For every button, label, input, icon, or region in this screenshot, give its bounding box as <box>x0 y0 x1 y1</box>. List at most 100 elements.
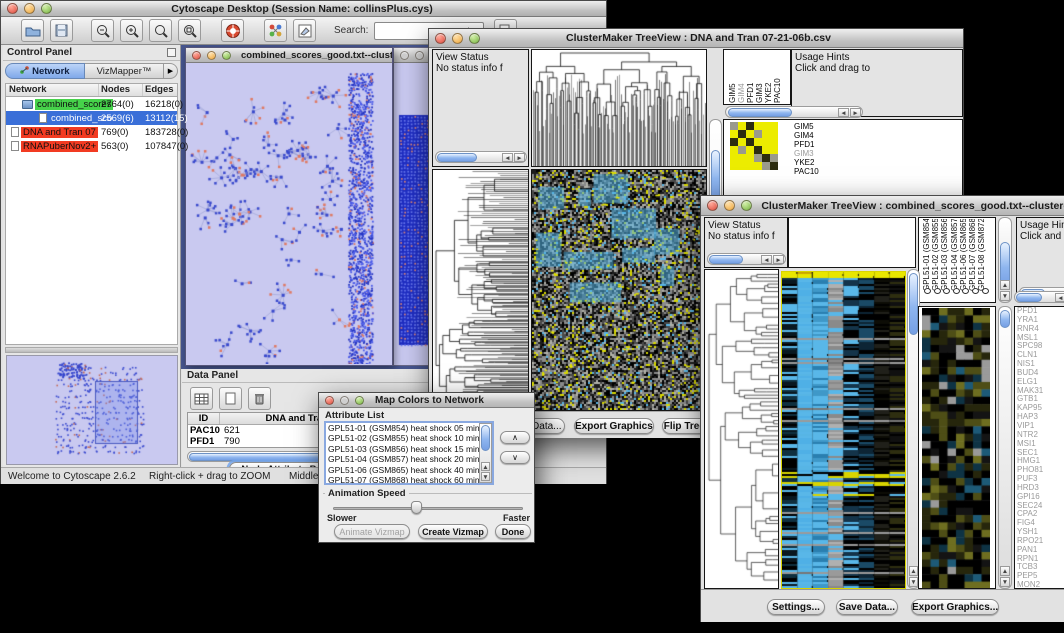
delete-attribute-button[interactable] <box>248 387 271 410</box>
cm2-status-hscrollbar[interactable]: ◄ ► <box>707 253 786 265</box>
attribute-item[interactable]: GPL51-06 (GSM865) heat shock 40 min <box>326 465 492 475</box>
cm2-column-dendrogram[interactable] <box>788 217 916 268</box>
row-label[interactable]: PAC10 <box>794 167 819 176</box>
attribute-item[interactable]: GPL51-07 (GSM868) heat shock 60 min <box>326 475 492 485</box>
attribute-item[interactable]: GPL51-03 (GSM856) heat shock 15 min <box>326 444 492 454</box>
minimize-icon[interactable] <box>452 33 463 44</box>
attribute-listbox[interactable]: GPL51-01 (GSM854) heat shock 05 minGPL51… <box>324 421 494 485</box>
scroll-up-icon[interactable]: ▲ <box>1000 280 1010 290</box>
network-table-row[interactable]: RNAPuberNov2+ 563(0) 107847(0) <box>6 139 177 153</box>
cm1-status-hscrollbar[interactable]: ◄ ► <box>435 151 527 163</box>
cm2-heatmap[interactable] <box>781 271 906 589</box>
move-up-button[interactable]: ∧ <box>500 431 530 444</box>
column-label[interactable]: PFD1 <box>746 51 755 103</box>
minimize-icon[interactable] <box>724 200 735 211</box>
scroll-left-icon[interactable]: ◄ <box>761 255 772 264</box>
network-table-row[interactable]: DNA and Tran 07 769(0) 183728(0) <box>6 125 177 139</box>
cm1-column-dendrogram[interactable] <box>531 49 707 167</box>
zoom-out-button[interactable] <box>91 19 114 42</box>
minimize-icon[interactable] <box>415 51 424 60</box>
cm2-titlebar[interactable]: ClusterMaker TreeView : combined_scores_… <box>701 196 1064 216</box>
cm1-column-labels-panel[interactable]: GIM5GIM4PFD1GIM3YKE2PAC10 <box>723 49 791 105</box>
settings-button[interactable]: Settings... <box>767 599 825 615</box>
network-overview-canvas[interactable] <box>7 356 177 464</box>
network-overview-panel[interactable] <box>6 355 178 465</box>
zoom-window-icon[interactable] <box>355 396 364 405</box>
col-header-network[interactable]: Network <box>6 84 99 96</box>
row-label[interactable]: GIM3 <box>794 149 819 158</box>
scroll-down-icon[interactable]: ▼ <box>1000 577 1010 587</box>
minimize-icon[interactable] <box>24 3 35 14</box>
zoom-fit-button[interactable] <box>178 19 201 42</box>
tab-vizmapper[interactable]: VizMapper™ <box>85 63 164 79</box>
cm2-column-labels-panel[interactable]: GPL51-01 (GSM854)GPL51-02 (GSM855)GPL51-… <box>918 217 996 303</box>
column-label[interactable]: GIM4 <box>737 51 746 103</box>
open-session-button[interactable] <box>21 19 44 42</box>
animate-vizmap-button[interactable]: Animate Vizmap <box>334 524 410 539</box>
tab-overflow-arrow[interactable]: ▶ <box>164 63 178 79</box>
network-table-row[interactable]: combined_scores 2764(0) 16218(0) <box>6 97 177 111</box>
new-attribute-button[interactable] <box>219 387 242 410</box>
frame1-titlebar[interactable]: combined_scores_good.txt--cluste... <box>186 48 392 63</box>
close-icon[interactable] <box>435 33 446 44</box>
done-button[interactable]: Done <box>495 524 531 539</box>
save-data-button[interactable]: Save Data... <box>836 599 898 615</box>
zoom-window-icon[interactable] <box>469 33 480 44</box>
col-header-edges[interactable]: Edges <box>143 84 177 96</box>
speed-slider-thumb[interactable] <box>411 501 422 514</box>
network-table-row[interactable]: combined_sco 2569(6) 13112(15) <box>6 111 177 125</box>
scroll-up-icon[interactable]: ▲ <box>1000 566 1010 576</box>
float-panel-icon[interactable] <box>167 48 176 57</box>
column-label[interactable]: PAC10 <box>773 51 782 103</box>
scroll-down-icon[interactable]: ▼ <box>909 577 918 587</box>
close-icon[interactable] <box>192 51 201 60</box>
scroll-right-icon[interactable]: ► <box>850 108 861 117</box>
gene-label[interactable]: MON2 <box>1017 581 1064 589</box>
help-button[interactable] <box>221 19 244 42</box>
cm2-row-dendrogram[interactable] <box>704 269 779 589</box>
zoom-window-icon[interactable] <box>741 200 752 211</box>
scroll-right-icon[interactable]: ► <box>773 255 784 264</box>
dialog-titlebar[interactable]: Map Colors to Network <box>319 393 534 408</box>
cm2-zoom-vscrollbar[interactable]: ▲ ▼ <box>998 306 1012 589</box>
scroll-up-icon[interactable]: ▲ <box>481 462 490 471</box>
cm1-titlebar[interactable]: ClusterMaker TreeView : DNA and Tran 07-… <box>429 29 963 48</box>
network-view-combined-canvas[interactable] <box>186 63 391 364</box>
annotation-button[interactable] <box>293 19 316 42</box>
attribute-item[interactable]: GPL51-01 (GSM854) heat shock 05 min <box>326 423 492 433</box>
zoom-in-button[interactable] <box>120 19 143 42</box>
panel-splitter[interactable] <box>5 347 178 353</box>
cm2-zoom-panel[interactable] <box>918 306 996 589</box>
minimize-icon[interactable] <box>340 396 349 405</box>
create-vizmap-button[interactable]: Create Vizmap <box>418 524 488 539</box>
attribute-item[interactable]: GPL51-04 (GSM857) heat shock 20 min <box>326 454 492 464</box>
scroll-left-icon[interactable]: ◄ <box>502 153 513 162</box>
zoom-selected-button[interactable] <box>149 19 172 42</box>
minimize-icon[interactable] <box>207 51 216 60</box>
zoom-window-icon[interactable] <box>41 3 52 14</box>
speed-slider-track[interactable] <box>333 507 523 510</box>
export-graphics-button[interactable]: Export Graphics... <box>911 599 999 615</box>
column-label[interactable]: YKE2 <box>764 51 773 103</box>
row-label[interactable]: GIM5 <box>794 122 819 131</box>
close-icon[interactable] <box>7 3 18 14</box>
column-label[interactable]: GIM5 <box>728 51 737 103</box>
row-label[interactable]: GIM4 <box>794 131 819 140</box>
scroll-down-icon[interactable]: ▼ <box>481 472 490 481</box>
row-label[interactable]: YKE2 <box>794 158 819 167</box>
window-controls[interactable] <box>1 3 58 14</box>
export-graphics-button[interactable]: Export Graphics... <box>574 418 654 434</box>
attribute-select-button[interactable] <box>190 387 213 410</box>
network-tools-button[interactable] <box>264 19 287 42</box>
move-down-button[interactable]: ∨ <box>500 451 530 464</box>
row-label[interactable]: PFD1 <box>794 140 819 149</box>
scroll-down-icon[interactable]: ▼ <box>1000 291 1010 301</box>
scroll-up-icon[interactable]: ▲ <box>909 566 918 576</box>
cm2-genes-hscrollbar[interactable]: ◄ ► <box>1014 291 1064 303</box>
col-header-id[interactable]: ID <box>188 413 220 424</box>
cm1-heatmap[interactable] <box>531 169 707 411</box>
cm2-labels-vscrollbar[interactable]: ▲ ▼ <box>998 217 1012 303</box>
cm1-labels-hscrollbar[interactable]: ◄ ► <box>725 106 863 118</box>
attribute-item[interactable]: GPL51-02 (GSM855) heat shock 10 min <box>326 433 492 443</box>
cm1-zoom-heatmap[interactable] <box>730 122 778 170</box>
